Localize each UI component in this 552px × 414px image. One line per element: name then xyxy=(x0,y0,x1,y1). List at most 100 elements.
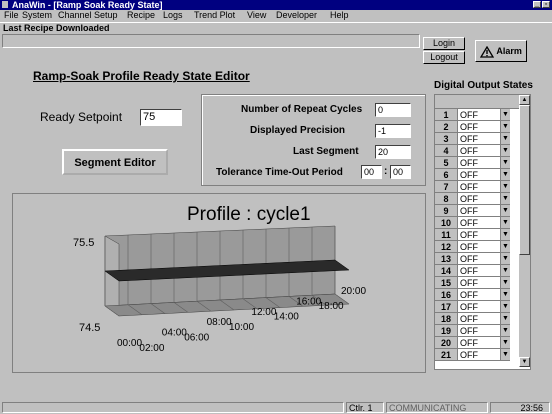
menu-help[interactable]: Help xyxy=(330,10,349,21)
status-bar: Ctlr. 1 COMMUNICATING 23:56 xyxy=(0,401,552,413)
chevron-down-icon[interactable]: ▼ xyxy=(500,289,510,300)
scroll-down-button[interactable]: ▼ xyxy=(519,357,530,367)
menu-logs[interactable]: Logs xyxy=(163,10,183,21)
output-state-select[interactable]: OFF ▼ xyxy=(457,192,510,205)
chevron-down-icon[interactable]: ▼ xyxy=(500,277,510,288)
output-state-select[interactable]: OFF ▼ xyxy=(457,252,510,265)
output-state-select[interactable]: OFF ▼ xyxy=(457,156,510,169)
output-row: 10 OFF ▼ xyxy=(435,216,510,229)
output-state-select[interactable]: OFF ▼ xyxy=(457,168,510,181)
output-state-value: OFF xyxy=(460,217,478,228)
output-state-select[interactable]: OFF ▼ xyxy=(457,276,510,289)
output-number: 12 xyxy=(435,240,458,253)
chevron-down-icon[interactable]: ▼ xyxy=(500,145,510,156)
precision-input[interactable]: -1 xyxy=(375,124,411,138)
chevron-down-icon[interactable]: ▼ xyxy=(500,301,510,312)
output-row: 17 OFF ▼ xyxy=(435,300,510,313)
last-segment-input[interactable]: 20 xyxy=(375,145,411,159)
output-row: 2 OFF ▼ xyxy=(435,120,510,133)
output-state-value: OFF xyxy=(460,337,478,348)
chevron-down-icon[interactable]: ▼ xyxy=(500,241,510,252)
minimize-button[interactable]: _ xyxy=(533,1,541,8)
output-state-select[interactable]: OFF ▼ xyxy=(457,216,510,229)
output-state-select[interactable]: OFF ▼ xyxy=(457,228,510,241)
output-number: 11 xyxy=(435,228,458,241)
x-tick-label: 18:00 xyxy=(319,301,344,312)
tolerance-minutes-input[interactable]: 00 xyxy=(390,165,411,179)
x-tick-label: 02:00 xyxy=(139,343,164,354)
output-number: 15 xyxy=(435,276,458,289)
outputs-scrollbar[interactable]: ▲ ▼ xyxy=(519,95,530,367)
status-time: 23:56 xyxy=(490,402,550,413)
output-state-select[interactable]: OFF ▼ xyxy=(457,180,510,193)
menu-file[interactable]: File xyxy=(4,10,19,21)
output-state-select[interactable]: OFF ▼ xyxy=(457,132,510,145)
output-state-value: OFF xyxy=(460,169,478,180)
output-state-select[interactable]: OFF ▼ xyxy=(457,348,510,361)
chevron-down-icon[interactable]: ▼ xyxy=(500,169,510,180)
output-state-select[interactable]: OFF ▼ xyxy=(457,288,510,301)
chevron-down-icon[interactable]: ▼ xyxy=(500,121,510,132)
chevron-down-icon[interactable]: ▼ xyxy=(500,253,510,264)
output-state-value: OFF xyxy=(460,205,478,216)
profile-chart-svg: Profile : cycle1 75.5 74.5 00:0002:0004:… xyxy=(73,204,366,354)
chevron-down-icon[interactable]: ▼ xyxy=(500,109,510,120)
output-state-select[interactable]: OFF ▼ xyxy=(457,204,510,217)
alarm-button[interactable]: Alarm xyxy=(475,40,527,62)
chevron-down-icon[interactable]: ▼ xyxy=(500,325,510,336)
logout-button[interactable]: Logout xyxy=(423,51,465,64)
output-row: 15 OFF ▼ xyxy=(435,276,510,289)
output-row: 16 OFF ▼ xyxy=(435,288,510,301)
scroll-up-button[interactable]: ▲ xyxy=(519,95,530,105)
menu-system[interactable]: System xyxy=(22,10,52,21)
chevron-down-icon[interactable]: ▼ xyxy=(500,229,510,240)
output-state-value: OFF xyxy=(460,229,478,240)
chevron-down-icon[interactable]: ▼ xyxy=(500,157,510,168)
scroll-thumb[interactable] xyxy=(519,105,530,255)
ready-setpoint-input[interactable]: 75 xyxy=(140,109,182,126)
output-number: 21 xyxy=(435,348,458,361)
output-number: 8 xyxy=(435,192,458,205)
tolerance-hours-input[interactable]: 00 xyxy=(361,165,382,179)
output-state-select[interactable]: OFF ▼ xyxy=(457,324,510,337)
login-button[interactable]: Login xyxy=(423,37,465,50)
chevron-down-icon[interactable]: ▼ xyxy=(500,217,510,228)
restore-button[interactable]: ▫ xyxy=(542,1,550,8)
output-state-select[interactable]: OFF ▼ xyxy=(457,240,510,253)
menu-trend-plot[interactable]: Trend Plot xyxy=(194,10,235,21)
chevron-down-icon[interactable]: ▼ xyxy=(500,205,510,216)
x-tick-label: 14:00 xyxy=(274,312,299,323)
output-row: 18 OFF ▼ xyxy=(435,312,510,325)
output-state-select[interactable]: OFF ▼ xyxy=(457,120,510,133)
chevron-down-icon[interactable]: ▼ xyxy=(500,181,510,192)
output-number: 13 xyxy=(435,252,458,265)
chevron-down-icon[interactable]: ▼ xyxy=(500,337,510,348)
output-number: 10 xyxy=(435,216,458,229)
chevron-down-icon[interactable]: ▼ xyxy=(500,349,510,360)
menu-developer[interactable]: Developer xyxy=(276,10,317,21)
output-state-select[interactable]: OFF ▼ xyxy=(457,336,510,349)
output-state-select[interactable]: OFF ▼ xyxy=(457,312,510,325)
output-state-value: OFF xyxy=(460,277,478,288)
output-state-value: OFF xyxy=(460,253,478,264)
output-state-select[interactable]: OFF ▼ xyxy=(457,300,510,313)
output-state-select[interactable]: OFF ▼ xyxy=(457,109,510,121)
output-number: 5 xyxy=(435,156,458,169)
menu-channel-setup[interactable]: Channel Setup xyxy=(58,10,118,21)
x-tick-label: 06:00 xyxy=(184,332,209,343)
output-state-select[interactable]: OFF ▼ xyxy=(457,264,510,277)
output-state-value: OFF xyxy=(460,121,478,132)
y-tick-label: 75.5 xyxy=(73,237,94,249)
outputs-grid[interactable]: 1 OFF ▼ 2 OFF ▼ 3 OFF ▼ 4 OFF ▼ 5 OFF ▼ 6 OFF ▼ 7 OFF ▼ 8 OFF ▼… xyxy=(434,94,531,370)
menu-view[interactable]: View xyxy=(247,10,266,21)
chevron-down-icon[interactable]: ▼ xyxy=(500,193,510,204)
output-state-value: OFF xyxy=(460,325,478,336)
chevron-down-icon[interactable]: ▼ xyxy=(500,133,510,144)
chevron-down-icon[interactable]: ▼ xyxy=(500,313,510,324)
menu-recipe[interactable]: Recipe xyxy=(127,10,155,21)
chevron-down-icon[interactable]: ▼ xyxy=(500,265,510,276)
output-number: 6 xyxy=(435,168,458,181)
output-state-select[interactable]: OFF ▼ xyxy=(457,144,510,157)
repeat-cycles-input[interactable]: 0 xyxy=(375,103,411,117)
segment-editor-button[interactable]: Segment Editor xyxy=(62,149,168,175)
